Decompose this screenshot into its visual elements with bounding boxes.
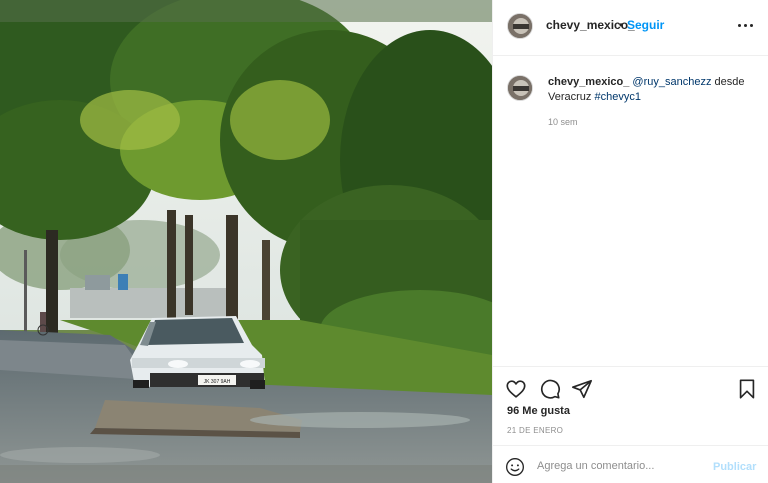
caption-avatar-image (508, 76, 532, 100)
post-photo[interactable]: JK 307 9AH (0, 0, 492, 483)
more-dot (738, 24, 741, 27)
emoji-icon[interactable] (505, 457, 525, 477)
more-dot (750, 24, 753, 27)
likes-count[interactable]: 96 Me gusta (507, 405, 570, 417)
heart-icon[interactable] (505, 378, 527, 400)
car-plate-text: JK 307 9AH (204, 379, 231, 385)
follow-button[interactable]: Seguir (627, 18, 664, 32)
post-date: 21 DE ENERO (507, 426, 564, 435)
separator-dot: • (619, 18, 624, 32)
more-dot (744, 24, 747, 27)
caption-avatar[interactable] (507, 75, 533, 101)
publish-button[interactable]: Publicar (713, 461, 756, 473)
post-header: chevy_mexico_ • Seguir (493, 0, 768, 56)
caption-mention[interactable]: @ruy_sanchezz (632, 76, 711, 88)
post-side-panel: chevy_mexico_ • Seguir chevy_mexico_ @ru… (492, 0, 768, 483)
more-options-icon[interactable] (736, 22, 756, 32)
post-caption: chevy_mexico_ @ruy_sanchezz desde Veracr… (548, 75, 758, 105)
bookmark-icon[interactable] (736, 378, 758, 400)
caption-username[interactable]: chevy_mexico_ (548, 76, 629, 88)
avatar-image (508, 14, 532, 38)
comment-bar: Publicar (493, 445, 768, 483)
comment-input[interactable] (537, 456, 697, 476)
caption-hashtag[interactable]: #chevyc1 (594, 91, 640, 103)
post-actions: 96 Me gusta 21 DE ENERO (493, 366, 768, 444)
share-icon[interactable] (571, 378, 593, 400)
caption-timestamp: 10 sem (548, 117, 578, 127)
comment-icon[interactable] (539, 378, 561, 400)
post-photo-scene: JK 307 9AH (0, 0, 492, 483)
avatar[interactable] (507, 13, 533, 39)
